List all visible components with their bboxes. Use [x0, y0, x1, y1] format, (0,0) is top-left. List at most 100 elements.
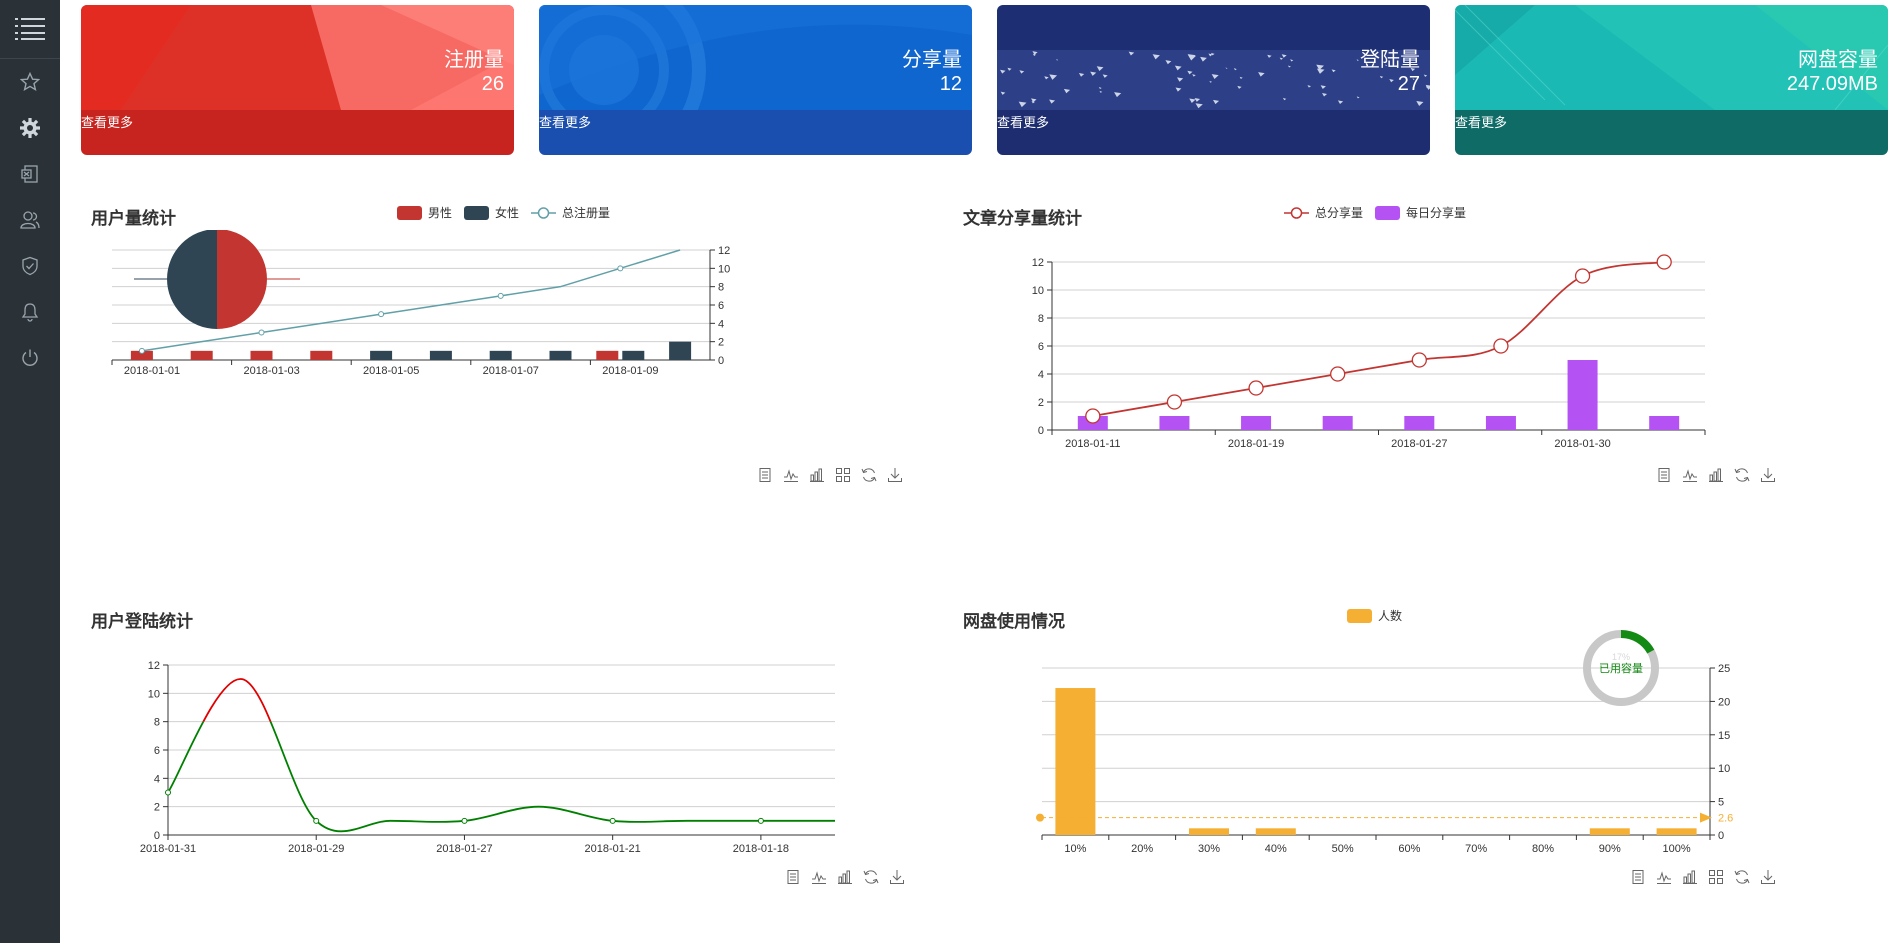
bar-chart-icon[interactable]: [809, 467, 825, 483]
line-chart-icon[interactable]: [811, 869, 827, 885]
legend-item-total-shares[interactable]: 总分享量: [1284, 204, 1363, 221]
bar-male: [190, 350, 213, 360]
x-tick-label: 2018-01-30: [1554, 438, 1610, 450]
legend-item-daily-shares[interactable]: 每日分享量: [1375, 204, 1466, 221]
download-icon[interactable]: [1760, 467, 1776, 483]
y-tick-label: 25: [1718, 663, 1730, 675]
sidebar-item-users[interactable]: [0, 197, 60, 243]
card-more-link[interactable]: 查看更多: [997, 112, 1049, 131]
bar-chart-icon[interactable]: [837, 869, 853, 885]
y-tick-label: 6: [154, 745, 160, 757]
menu-icon: [15, 18, 45, 40]
data-view-icon[interactable]: [1656, 467, 1672, 483]
y-tick-label: 4: [718, 318, 724, 330]
y-tick-label: 0: [154, 830, 160, 842]
users-icon: [20, 211, 40, 229]
tiled-icon[interactable]: [1708, 869, 1724, 885]
x-tick-label: 50%: [1332, 843, 1354, 855]
shield-icon: [22, 256, 38, 276]
restore-icon[interactable]: [861, 467, 877, 483]
x-tick-label: 20%: [1131, 843, 1153, 855]
y-tick-label: 12: [1032, 257, 1044, 269]
y-tick-label: 8: [718, 282, 724, 294]
legend-item-male[interactable]: 男性: [397, 204, 452, 221]
tiled-icon[interactable]: [835, 467, 851, 483]
line-chart-icon[interactable]: [1682, 467, 1698, 483]
bar-daily-shares: [1159, 416, 1190, 430]
line-chart-icon[interactable]: [1656, 869, 1672, 885]
y-tick-label: 0: [1718, 830, 1724, 842]
excel-icon: [21, 165, 38, 183]
point-total-shares: [1085, 408, 1101, 424]
gauge-fill: [1620, 630, 1655, 654]
legend-item-people[interactable]: 人数: [1347, 607, 1402, 624]
card-logins[interactable]: 登陆量 27 查看更多: [997, 5, 1430, 155]
sidebar-item-security[interactable]: [0, 243, 60, 289]
toolbox-shares: [1656, 467, 1776, 483]
download-icon[interactable]: [887, 467, 903, 483]
restore-icon[interactable]: [1734, 467, 1750, 483]
sidebar-item-excel[interactable]: [0, 151, 60, 197]
card-value: 27: [1397, 73, 1420, 95]
toolbox-logins: [785, 869, 905, 885]
download-icon[interactable]: [889, 869, 905, 885]
bar-female: [622, 350, 645, 360]
bar-people: [1656, 828, 1697, 835]
card-more-link[interactable]: 查看更多: [539, 112, 591, 131]
bar-daily-shares: [1485, 416, 1516, 430]
point-total-shares: [1574, 268, 1591, 284]
panel-title-disk: 网盘使用情况: [963, 612, 1065, 631]
y-tick-label: 6: [1038, 341, 1044, 353]
y-tick-label: 8: [1038, 313, 1044, 325]
restore-icon[interactable]: [863, 869, 879, 885]
y-tick-label: 10: [1718, 763, 1730, 775]
bar-male: [310, 350, 333, 360]
y-tick-label: 0: [718, 355, 724, 367]
card-more-link[interactable]: 查看更多: [81, 112, 133, 131]
card-disk-capacity[interactable]: 网盘容量 247.09MB 查看更多: [1455, 5, 1888, 155]
bar-daily-shares: [1404, 416, 1435, 430]
restore-icon[interactable]: [1734, 869, 1750, 885]
bar-daily-shares: [1322, 416, 1353, 430]
sidebar-item-notifications[interactable]: [0, 289, 60, 335]
download-icon[interactable]: [1760, 869, 1776, 885]
line-chart-icon[interactable]: [783, 467, 799, 483]
point-logins: [461, 817, 468, 824]
sidebar-item-settings[interactable]: [0, 105, 60, 151]
markline-start: [1036, 813, 1044, 822]
bar-chart-icon[interactable]: [1708, 467, 1724, 483]
bar-female: [429, 350, 452, 360]
legend-item-total[interactable]: 总注册量: [531, 204, 610, 221]
sidebar-item-logout[interactable]: [0, 335, 60, 381]
card-value: 12: [939, 73, 962, 95]
point-total-shares: [1166, 394, 1183, 410]
gauge-value: 17%: [1612, 652, 1630, 662]
point-logins: [165, 789, 171, 796]
menu-toggle-button[interactable]: [0, 0, 60, 59]
data-view-icon[interactable]: [785, 869, 801, 885]
y-tick-label: 10: [718, 263, 730, 275]
x-tick-label: 90%: [1599, 843, 1621, 855]
x-tick-label: 2018-01-03: [243, 365, 299, 377]
card-footer: [997, 110, 1430, 155]
x-tick-label: 2018-01-31: [140, 843, 196, 855]
data-view-icon[interactable]: [757, 467, 773, 483]
card-shares[interactable]: 分享量 12 查看更多: [539, 5, 972, 155]
line-logins-high: [202, 678, 272, 722]
x-tick-label: 80%: [1532, 843, 1554, 855]
sidebar-item-favorites[interactable]: [0, 59, 60, 105]
bar-male: [596, 350, 619, 360]
x-tick-label: 2018-01-11: [1065, 438, 1120, 450]
point-total: [258, 329, 265, 336]
legend-item-female[interactable]: 女性: [464, 204, 519, 221]
card-more-link[interactable]: 查看更多: [1455, 112, 1507, 131]
data-view-icon[interactable]: [1630, 869, 1646, 885]
bell-icon: [21, 303, 39, 322]
card-registrations[interactable]: 注册量 26 查看更多: [81, 5, 514, 155]
bar-chart-icon[interactable]: [1682, 869, 1698, 885]
bar-female: [370, 350, 393, 360]
legend-shares: 总分享量 每日分享量: [1284, 204, 1478, 221]
x-tick-label: 2018-01-21: [585, 843, 641, 855]
point-total: [378, 311, 385, 318]
x-tick-label: 2018-01-27: [1391, 438, 1447, 450]
